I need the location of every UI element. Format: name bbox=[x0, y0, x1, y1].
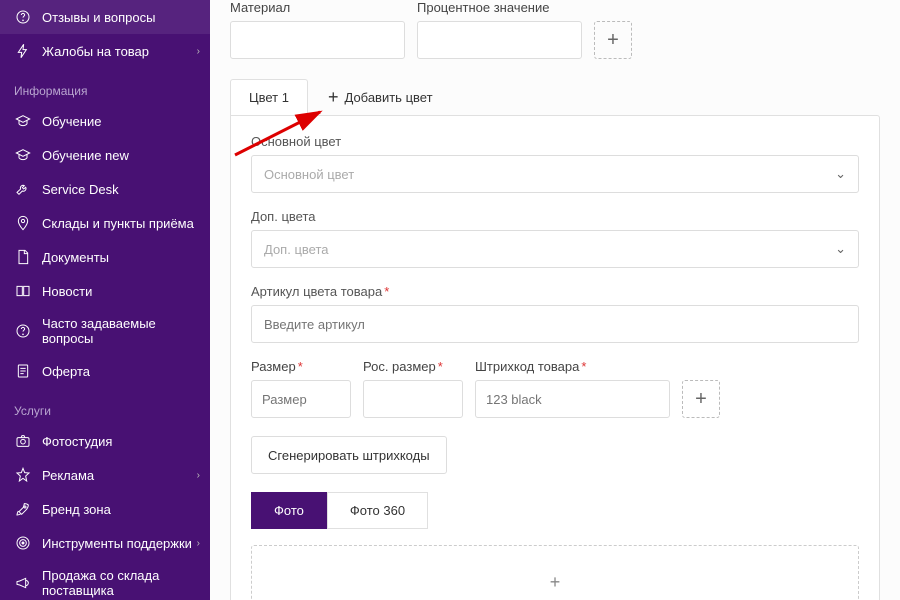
chevron-right-icon: › bbox=[197, 46, 200, 57]
wrench-icon bbox=[14, 180, 32, 198]
sidebar-item[interactable]: Обучение bbox=[0, 104, 210, 138]
color-tabs: Цвет 1 + Добавить цвет bbox=[230, 79, 880, 115]
sidebar-item-label: Отзывы и вопросы bbox=[42, 10, 155, 25]
sidebar-item-label: Новости bbox=[42, 284, 92, 299]
sidebar-item[interactable]: Бренд зона bbox=[0, 492, 210, 526]
photo-tabs: Фото Фото 360 bbox=[251, 492, 859, 529]
sidebar-item[interactable]: Обучение new bbox=[0, 138, 210, 172]
sku-input[interactable] bbox=[251, 305, 859, 343]
tab-color-1[interactable]: Цвет 1 bbox=[230, 79, 308, 115]
plus-icon: + bbox=[328, 87, 339, 108]
sidebar-item-label: Service Desk bbox=[42, 182, 119, 197]
sidebar-item[interactable]: Новости bbox=[0, 274, 210, 308]
star-icon bbox=[14, 466, 32, 484]
add-material-button[interactable]: + bbox=[594, 21, 632, 59]
chevron-down-icon: ⌄ bbox=[835, 241, 846, 257]
extra-color-select[interactable]: Доп. цвета ⌄ bbox=[251, 230, 859, 268]
sidebar-item[interactable]: Оферта bbox=[0, 354, 210, 388]
sidebar-item-label: Жалобы на товар bbox=[42, 44, 149, 59]
primary-color-select[interactable]: Основной цвет ⌄ bbox=[251, 155, 859, 193]
chevron-right-icon: › bbox=[197, 470, 200, 481]
sidebar-item[interactable]: Реклама › bbox=[0, 458, 210, 492]
sidebar-section: Услуги bbox=[0, 388, 210, 424]
sidebar-item[interactable]: Фотостудия bbox=[0, 424, 210, 458]
sidebar-item[interactable]: Часто задаваемые вопросы bbox=[0, 308, 210, 354]
add-color-label: Добавить цвет bbox=[345, 90, 433, 105]
target-icon bbox=[14, 534, 32, 552]
cap-icon bbox=[14, 146, 32, 164]
camera-icon bbox=[14, 432, 32, 450]
sidebar-item-label: Обучение new bbox=[42, 148, 129, 163]
pin-icon bbox=[14, 214, 32, 232]
sidebar-item[interactable]: Документы bbox=[0, 240, 210, 274]
chevron-down-icon: ⌄ bbox=[835, 166, 846, 182]
chevron-right-icon: › bbox=[197, 538, 200, 549]
photo-dropzone[interactable]: + Нажмите или перетяните сюда файл bbox=[251, 545, 859, 600]
barcode-input[interactable] bbox=[475, 380, 670, 418]
add-size-button[interactable]: + bbox=[682, 380, 720, 418]
sidebar-item[interactable]: Отзывы и вопросы bbox=[0, 0, 210, 34]
sidebar-item-label: Инструменты поддержки bbox=[42, 536, 192, 551]
megaphone-icon bbox=[14, 574, 32, 592]
add-color-button[interactable]: + Добавить цвет bbox=[328, 87, 433, 108]
sidebar-item[interactable]: Продажа со склада поставщика bbox=[0, 560, 210, 600]
sidebar-item[interactable]: Склады и пункты приёма bbox=[0, 206, 210, 240]
sheet-icon bbox=[14, 362, 32, 380]
sidebar-item-label: Оферта bbox=[42, 364, 90, 379]
sidebar-item-label: Фотостудия bbox=[42, 434, 112, 449]
generate-barcodes-button[interactable]: Сгенерировать штрихкоды bbox=[251, 436, 447, 474]
sidebar-item-label: Часто задаваемые вопросы bbox=[42, 316, 196, 346]
material-input[interactable] bbox=[230, 21, 405, 59]
size-label: Размер* bbox=[251, 359, 351, 374]
extra-color-label: Доп. цвета bbox=[251, 209, 859, 224]
extra-color-placeholder: Доп. цвета bbox=[264, 242, 329, 257]
main-content: Материал Процентное значение + Цвет 1 + … bbox=[210, 0, 900, 600]
percent-input[interactable] bbox=[417, 21, 582, 59]
sidebar: Отзывы и вопросы Жалобы на товар › Информац… bbox=[0, 0, 210, 600]
doc-icon bbox=[14, 248, 32, 266]
sidebar-item[interactable]: Service Desk bbox=[0, 172, 210, 206]
primary-color-label: Основной цвет bbox=[251, 134, 859, 149]
cap-icon bbox=[14, 112, 32, 130]
sidebar-item-label: Обучение bbox=[42, 114, 101, 129]
sidebar-item-label: Продажа со склада поставщика bbox=[42, 568, 196, 598]
bolt-icon bbox=[14, 42, 32, 60]
sidebar-item-label: Бренд зона bbox=[42, 502, 111, 517]
material-label: Материал bbox=[230, 0, 405, 15]
size-input[interactable] bbox=[251, 380, 351, 418]
sku-label: Артикул цвета товара* bbox=[251, 284, 859, 299]
sidebar-item[interactable]: Жалобы на товар › bbox=[0, 34, 210, 68]
rus-size-input[interactable] bbox=[363, 380, 463, 418]
book-icon bbox=[14, 282, 32, 300]
plus-icon: + bbox=[262, 572, 848, 593]
primary-color-placeholder: Основной цвет bbox=[264, 167, 354, 182]
sidebar-item-label: Реклама bbox=[42, 468, 94, 483]
question-icon bbox=[14, 322, 32, 340]
sidebar-item[interactable]: Инструменты поддержки › bbox=[0, 526, 210, 560]
percent-label: Процентное значение bbox=[417, 0, 582, 15]
question-icon bbox=[14, 8, 32, 26]
sidebar-item-label: Склады и пункты приёма bbox=[42, 216, 194, 231]
tab-photo[interactable]: Фото bbox=[251, 492, 327, 529]
tab-photo-360[interactable]: Фото 360 bbox=[327, 492, 428, 529]
barcode-label: Штрихкод товара* bbox=[475, 359, 670, 374]
rus-size-label: Рос. размер* bbox=[363, 359, 463, 374]
sidebar-section: Информация bbox=[0, 68, 210, 104]
rocket-icon bbox=[14, 500, 32, 518]
color-panel: Основной цвет Основной цвет ⌄ Доп. цвета… bbox=[230, 115, 880, 600]
sidebar-item-label: Документы bbox=[42, 250, 109, 265]
